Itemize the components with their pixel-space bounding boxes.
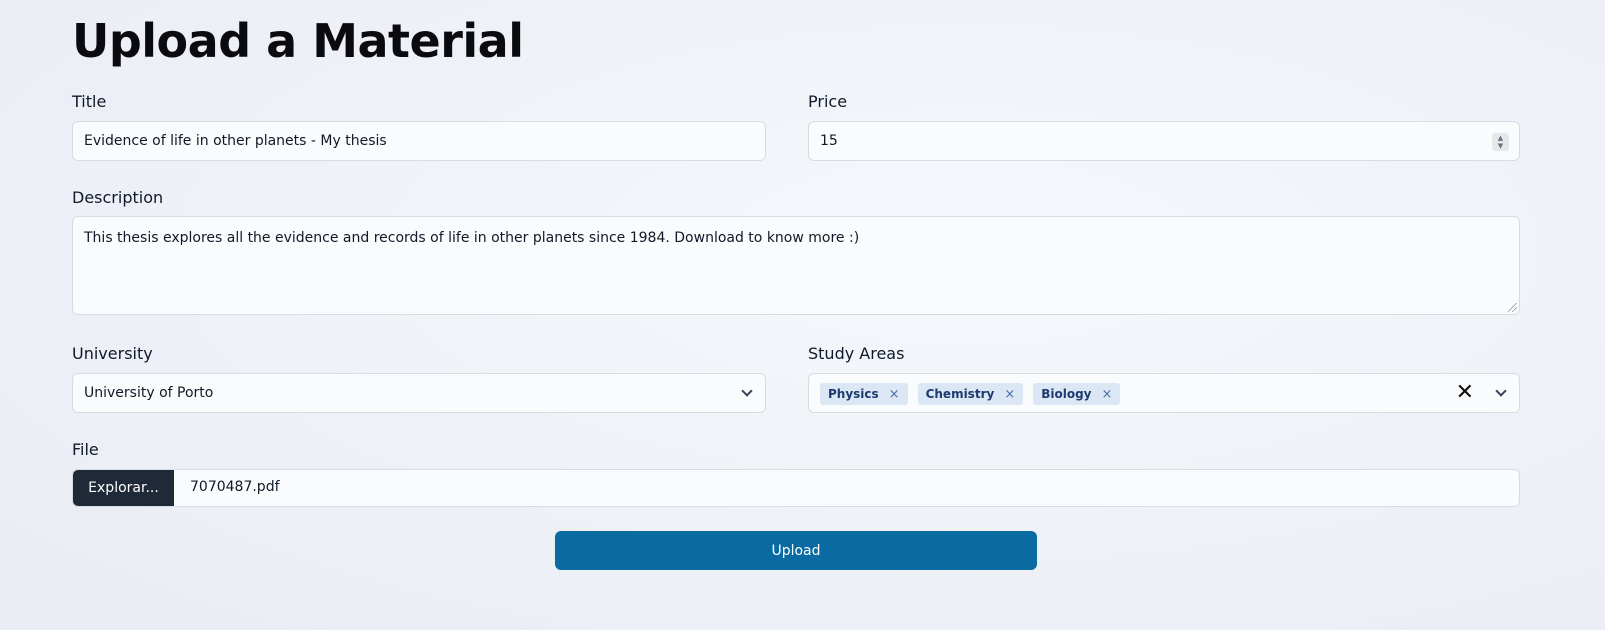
clear-selection-close-icon[interactable]: ✕	[1456, 382, 1474, 404]
chip-biology: Biology ×	[1033, 383, 1121, 405]
price-input[interactable]: 15 ▲ ▼	[808, 121, 1520, 161]
upload-button[interactable]: Upload	[555, 531, 1037, 570]
description-textarea[interactable]: This thesis explores all the evidence an…	[72, 216, 1520, 315]
study-areas-multiselect[interactable]: Physics × Chemistry × Biology × ✕	[808, 373, 1520, 413]
university-label: University	[72, 344, 153, 363]
chevron-down-icon	[741, 385, 753, 397]
title-input[interactable]: Evidence of life in other planets - My t…	[72, 121, 766, 161]
resize-handle-icon[interactable]	[1508, 303, 1517, 312]
chip-label: Physics	[828, 387, 879, 401]
study-areas-label: Study Areas	[808, 344, 905, 363]
chip-label: Chemistry	[925, 387, 995, 401]
description-textarea-value: This thesis explores all the evidence an…	[84, 230, 860, 246]
description-label: Description	[72, 188, 164, 207]
page-title: Upload a Material	[72, 14, 524, 68]
chevron-down-icon[interactable]	[1495, 385, 1507, 397]
price-input-value: 15	[820, 133, 838, 149]
chip-label: Biology	[1041, 387, 1092, 401]
university-select-value: University of Porto	[84, 385, 214, 401]
university-select[interactable]: University of Porto	[72, 373, 766, 413]
browse-file-button[interactable]: Explorar...	[73, 470, 174, 506]
title-label: Title	[72, 92, 107, 111]
chip-physics: Physics ×	[820, 383, 908, 405]
study-areas-chips: Physics × Chemistry × Biology ×	[820, 383, 1130, 405]
close-icon[interactable]: ×	[1102, 387, 1113, 402]
file-name: 7070487.pdf	[190, 479, 280, 495]
price-label: Price	[808, 92, 848, 111]
chip-chemistry: Chemistry ×	[917, 383, 1024, 405]
title-input-value: Evidence of life in other planets - My t…	[84, 133, 387, 149]
stepper-icon[interactable]: ▲ ▼	[1492, 133, 1509, 151]
file-label: File	[72, 440, 99, 459]
close-icon[interactable]: ×	[889, 387, 900, 402]
close-icon[interactable]: ×	[1004, 387, 1015, 402]
file-input[interactable]: Explorar... 7070487.pdf	[72, 469, 1520, 507]
